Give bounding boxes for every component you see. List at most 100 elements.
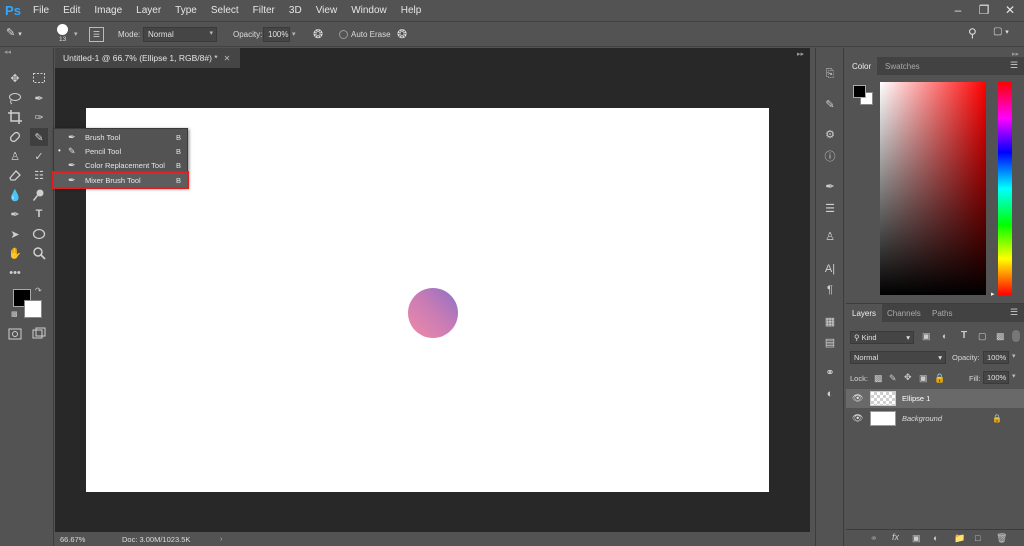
visibility-eye-icon[interactable]: 👁 [852, 393, 864, 404]
filter-toggle[interactable] [1012, 330, 1020, 342]
flyout-item-mixer-brush-tool[interactable]: ✒ Mixer Brush Tool B [52, 171, 189, 189]
history-brush-tool-icon[interactable]: ✓ [30, 147, 48, 165]
new-layer-icon[interactable]: □ [975, 533, 980, 543]
fill-chevron-icon[interactable]: ▾ [1012, 372, 1016, 380]
menu-window[interactable]: Window [344, 5, 394, 16]
zoom-level[interactable]: 66.67% [60, 535, 85, 544]
lock-image-icon[interactable]: ✎ [889, 373, 897, 384]
pressure-size-icon[interactable]: ❂ [397, 27, 413, 43]
menu-filter[interactable]: Filter [246, 5, 282, 16]
default-colors-icon[interactable]: ▩ [11, 310, 18, 318]
menu-type[interactable]: Type [168, 5, 204, 16]
hue-slider[interactable] [998, 82, 1012, 295]
cc-libraries-icon[interactable]: ⚭ [822, 364, 838, 380]
visibility-eye-icon[interactable]: 👁 [852, 413, 864, 424]
filter-type-icon[interactable]: T [961, 330, 967, 341]
clone-source-panel-icon[interactable]: ♙ [822, 228, 838, 244]
expand-panels-arrows-icon[interactable]: ▸▸ [797, 50, 804, 58]
eraser-tool-icon[interactable] [6, 166, 24, 184]
character-panel-icon[interactable]: A| [822, 261, 838, 277]
filter-adjustment-icon[interactable]: ◐ [942, 331, 947, 341]
flyout-item-brush-tool[interactable]: ✒ Brush Tool B [54, 130, 187, 144]
paint-bucket-tool-icon[interactable]: ☷ [30, 166, 48, 184]
brush-settings-panel-icon[interactable]: ⚙ [822, 126, 838, 142]
notes-panel-icon[interactable]: ▤ [822, 334, 838, 350]
adjustments-panel-icon[interactable]: ☰ [822, 200, 838, 216]
layer-opacity-input[interactable]: 100% [983, 351, 1009, 364]
brush-tip-icon[interactable] [57, 24, 68, 35]
menu-help[interactable]: Help [394, 5, 429, 16]
zoom-tool-icon[interactable] [30, 244, 48, 262]
color-foreground-swatch[interactable] [853, 85, 866, 98]
document-tab[interactable]: Untitled-1 @ 66.7% (Ellipse 1, RGB/8#) *… [55, 48, 240, 68]
hand-tool-icon[interactable]: ✋ [6, 244, 24, 262]
menu-layer[interactable]: Layer [129, 5, 168, 16]
menu-file[interactable]: File [26, 5, 56, 16]
menu-view[interactable]: View [309, 5, 345, 16]
pressure-opacity-icon[interactable]: ❂ [313, 27, 329, 43]
layer-style-icon[interactable]: fx [892, 532, 899, 542]
screen-mode-icon[interactable] [30, 325, 48, 343]
opacity-input[interactable]: 100% [263, 27, 290, 42]
flyout-item-color-replacement-tool[interactable]: ✒ Color Replacement Tool B [54, 158, 187, 172]
swap-colors-icon[interactable]: ↷ [35, 286, 42, 295]
tab-paths[interactable]: Paths [926, 304, 958, 322]
add-mask-icon[interactable]: ▣ [912, 533, 921, 544]
filter-kind-select[interactable]: ⚲ Kind ▾ [850, 331, 914, 344]
status-menu-arrow-icon[interactable]: › [220, 534, 223, 543]
tab-color[interactable]: Color [846, 57, 878, 75]
paragraph-panel-icon[interactable]: ¶ [822, 282, 838, 298]
search-icon[interactable]: ⚲ [968, 26, 984, 42]
background-color-swatch[interactable] [24, 300, 42, 318]
ellipse-tool-icon[interactable] [30, 225, 48, 243]
tab-layers[interactable]: Layers [846, 304, 883, 322]
pencil-preset-icon[interactable]: ✎ ▾ [6, 26, 40, 44]
flyout-item-pencil-tool[interactable]: • ✎ Pencil Tool B [54, 144, 187, 158]
eyedropper-tool-icon[interactable]: ✑ [30, 108, 48, 126]
brush-settings-icon[interactable]: ☰ [89, 27, 104, 42]
filter-shape-icon[interactable]: ▢ [978, 331, 987, 342]
crop-tool-icon[interactable] [6, 108, 24, 126]
tab-channels[interactable]: Channels [881, 304, 927, 322]
styles-panel-icon[interactable]: ◐ [822, 386, 838, 402]
brush-size-chevron-icon[interactable]: ▾ [74, 30, 78, 38]
dodge-tool-icon[interactable] [30, 186, 48, 204]
healing-brush-tool-icon[interactable] [6, 128, 24, 146]
layer-row-background[interactable]: 👁 Background 🔒 [846, 409, 1024, 428]
layers-panel-menu-icon[interactable]: ☰ [1010, 307, 1018, 318]
fill-input[interactable]: 100% [983, 371, 1009, 384]
menu-select[interactable]: Select [204, 5, 246, 16]
tab-swatches[interactable]: Swatches [879, 57, 926, 75]
link-layers-icon[interactable]: ⚭ [870, 533, 878, 544]
ellipse-shape[interactable] [408, 288, 458, 338]
lock-position-icon[interactable]: ✥ [904, 372, 912, 383]
restore-icon[interactable]: ❐ [971, 0, 997, 20]
more-tools-icon[interactable]: ••• [6, 264, 24, 282]
lock-transparent-icon[interactable]: ▩ [874, 373, 883, 384]
auto-erase-checkbox[interactable] [339, 30, 348, 39]
minimize-icon[interactable]: – [945, 0, 971, 20]
type-tool-icon[interactable]: T [30, 205, 48, 223]
quick-mask-icon[interactable] [6, 325, 24, 343]
tab-close-icon[interactable]: ✕ [224, 54, 231, 63]
blend-mode-select[interactable]: Normal ▾ [850, 351, 946, 364]
move-tool-icon[interactable]: ✥ [6, 69, 24, 87]
new-group-icon[interactable]: 📁 [954, 533, 965, 544]
menu-edit[interactable]: Edit [56, 5, 87, 16]
opacity-chevron-icon[interactable]: ▾ [292, 30, 296, 38]
pencil-tool-icon[interactable]: ✎ [30, 128, 48, 146]
menu-3d[interactable]: 3D [282, 5, 309, 16]
path-selection-tool-icon[interactable]: ➤ [6, 225, 24, 243]
history-panel-icon[interactable]: ⎘ [822, 66, 838, 82]
filter-pixel-icon[interactable]: ▣ [922, 331, 931, 342]
workspace-icon[interactable]: ▢ ▾ [993, 26, 1017, 42]
layer-name[interactable]: Ellipse 1 [902, 394, 930, 403]
libraries-panel-icon[interactable]: ▦ [822, 313, 838, 329]
layer-opacity-chevron-icon[interactable]: ▾ [1012, 352, 1016, 360]
delete-layer-icon[interactable]: 🗑 [996, 533, 1007, 544]
collapse-arrows-icon[interactable]: ◂◂ [4, 48, 11, 56]
pen-tool-icon[interactable]: ✒ [6, 205, 24, 223]
filter-smart-object-icon[interactable]: ▩ [996, 331, 1005, 342]
blur-tool-icon[interactable]: 💧 [6, 186, 24, 204]
layer-row-ellipse[interactable]: 👁 Ellipse 1 [846, 389, 1024, 408]
